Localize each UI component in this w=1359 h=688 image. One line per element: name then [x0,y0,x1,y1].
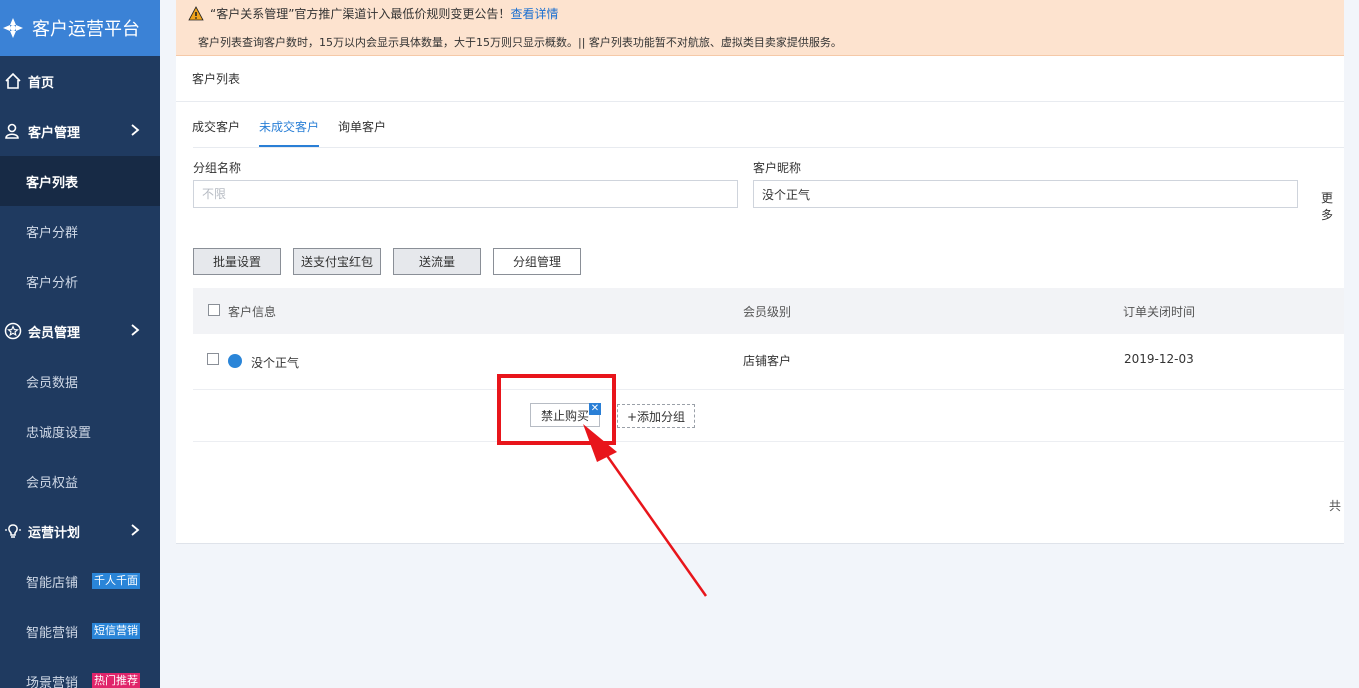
sidebar-item-label: 智能营销 [26,625,79,641]
tab-inquiry[interactable]: 询单客户 [338,118,386,147]
chevron-right-icon [131,524,140,536]
notice-text: “客户关系管理”官方推广渠道计入最低价规则变更公告！ [210,7,511,21]
sidebar-item-label: 客户分群 [26,225,79,241]
notice-banner: “客户关系管理”官方推广渠道计入最低价规则变更公告！ 查看详情 客户列表查询客户… [176,0,1344,56]
customer-name[interactable]: 没个正气 [251,354,299,371]
column-header: 会员级别 [743,305,792,319]
column-header: 客户信息 [228,305,277,319]
group-name-input[interactable] [193,180,738,208]
star-badge-icon [4,322,22,340]
sidebar-item-label: 会员数据 [26,375,79,391]
sidebar-item-label: 运营计划 [28,525,81,541]
sidebar-item-scene-marketing[interactable]: 场景营销 热门推荐 [0,656,160,688]
sidebar-item-home[interactable]: 首页 [0,56,160,106]
sidebar-item-smart-marketing[interactable]: 智能营销 短信营销 [0,606,160,656]
sidebar-item-member-benefits[interactable]: 会员权益 [0,456,160,506]
send-traffic-button[interactable]: 送流量 [393,248,481,275]
sidebar-item-label: 客户分析 [26,275,79,291]
sidebar-item-customer-analysis[interactable]: 客户分析 [0,256,160,306]
divider [193,389,1344,390]
chevron-right-icon [131,124,140,136]
sidebar-item-customer-list[interactable]: 客户列表 [0,156,160,206]
nickname-label: 客户昵称 [753,161,802,175]
divider [193,441,1344,442]
chevron-right-icon [131,324,140,336]
main-panel: 客户列表 成交客户 未成交客户 询单客户 分组名称 客户昵称 更多 批量设置 送… [176,56,1344,544]
notice-details-link[interactable]: 查看详情 [510,5,558,22]
member-level: 店铺客户 [743,354,792,368]
customer-icon [5,123,19,139]
sidebar-item-label: 客户管理 [28,125,81,141]
sidebar-item-member-data[interactable]: 会员数据 [0,356,160,406]
column-header: 订单关闭时间 [1123,305,1196,319]
warning-icon [188,5,204,20]
sidebar-item-operation-plan[interactable]: 运营计划 [0,506,160,556]
sidebar-item-label: 忠诚度设置 [26,425,92,441]
sidebar-item-label: 客户列表 [26,175,79,191]
breadcrumb: 客户列表 [192,72,241,86]
brand-logo-icon [3,18,23,38]
divider [193,147,1344,148]
highlight-box [497,374,616,445]
lightbulb-icon [5,524,21,538]
brand-title: 客户运营平台 [32,19,140,40]
sidebar: 客户运营平台 首页 客户管理 客户列表 客户分群 客户分析 会员管理 会员数据 … [0,0,160,688]
sidebar-item-label: 会员管理 [28,325,81,341]
tab-bar: 成交客户 未成交客户 询单客户 [192,118,405,147]
sidebar-item-loyalty-settings[interactable]: 忠诚度设置 [0,406,160,456]
nickname-input[interactable] [753,180,1298,208]
row-checkbox[interactable] [207,353,219,365]
sidebar-item-smart-store[interactable]: 智能店铺 千人千面 [0,556,160,606]
more-filters-link[interactable]: 更多 [1321,189,1344,223]
tab-no-deal[interactable]: 未成交客户 [259,118,320,147]
sidebar-item-label: 智能店铺 [26,575,79,591]
sidebar-item-label: 场景营销 [26,675,79,688]
avatar [228,354,242,368]
add-group-button[interactable]: +添加分组 [617,404,695,428]
sidebar-item-member-management[interactable]: 会员管理 [0,306,160,356]
pagination-total: 共 [1329,499,1342,513]
notice-subtext: 客户列表查询客户数时，15万以内会显示具体数量，大于15万则只显示概数。|| 客… [198,36,842,49]
select-all-checkbox[interactable] [208,304,220,316]
sidebar-badge: 热门推荐 [92,673,141,688]
sidebar-badge: 短信营销 [92,623,141,639]
table-header: 客户信息 会员级别 订单关闭时间 [193,288,1344,334]
order-closed-time: 2019-12-03 [1124,352,1194,366]
batch-settings-button[interactable]: 批量设置 [193,248,281,275]
sidebar-badge: 千人千面 [92,573,141,589]
sidebar-item-customer-management[interactable]: 客户管理 [0,106,160,156]
group-management-button[interactable]: 分组管理 [493,248,581,275]
group-name-label: 分组名称 [193,161,242,175]
tab-closed-deal[interactable]: 成交客户 [192,118,240,147]
home-icon [5,72,21,89]
brand-header[interactable]: 客户运营平台 [0,0,160,56]
divider [176,101,1344,102]
sidebar-item-customer-groups[interactable]: 客户分群 [0,206,160,256]
sidebar-item-label: 会员权益 [26,475,79,491]
sidebar-item-label: 首页 [28,75,55,91]
notice-line: “客户关系管理”官方推广渠道计入最低价规则变更公告！ 查看详情 [188,5,558,22]
send-alipay-redpacket-button[interactable]: 送支付宝红包 [293,248,381,275]
